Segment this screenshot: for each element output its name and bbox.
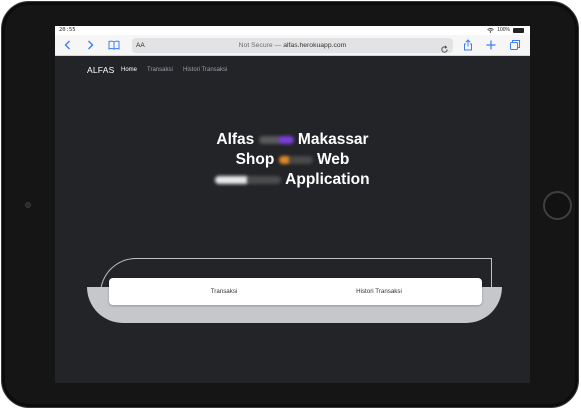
url-display: Not Secure — alfas.herokuapp.com	[132, 38, 453, 53]
redacted-blur	[277, 135, 294, 144]
redacted-blur	[288, 155, 313, 164]
url-host: alfas.herokuapp.com	[283, 42, 347, 49]
hero-word: Application	[285, 171, 370, 188]
redacted-blur	[247, 175, 282, 184]
share-icon[interactable]	[462, 39, 474, 51]
tablet-screen: 20:55 100% AA Not Secure — alfas.herokua…	[55, 26, 530, 383]
hero-word: Web	[316, 151, 350, 168]
reload-icon[interactable]	[440, 41, 449, 53]
back-chevron-icon[interactable]	[62, 39, 74, 51]
hero-word: Shop	[235, 151, 275, 168]
new-tab-plus-icon[interactable]	[485, 39, 497, 51]
front-camera	[25, 202, 31, 208]
tabs-overview-icon[interactable]	[509, 39, 521, 51]
not-secure-label: Not Secure —	[238, 42, 282, 49]
hero-line-2: Shop Web	[55, 150, 530, 170]
status-bar: 20:55 100%	[55, 26, 530, 35]
safari-toolbar: AA Not Secure — alfas.herokuapp.com	[55, 35, 530, 56]
battery-icon	[513, 28, 524, 33]
address-bar[interactable]: AA Not Secure — alfas.herokuapp.com	[132, 38, 453, 53]
hero-word: Alfas	[216, 131, 255, 148]
home-button[interactable]	[543, 191, 572, 220]
status-time: 20:55	[59, 27, 76, 33]
action-card: Transaksi Histori Transaksi	[109, 278, 482, 305]
redacted-blur	[215, 175, 250, 184]
hero-word: Makassar	[297, 131, 369, 148]
bookmarks-icon[interactable]	[108, 39, 120, 51]
wifi-icon	[487, 28, 494, 33]
battery-percent: 100%	[497, 27, 510, 33]
hero-line-1: Alfas Makassar	[55, 130, 530, 150]
hero-line-3: Application	[55, 170, 530, 190]
transaksi-button[interactable]: Transaksi	[179, 278, 269, 305]
nav-link-transaksi[interactable]: Transaksi	[147, 67, 173, 73]
tablet-frame: 20:55 100% AA Not Secure — alfas.herokua…	[1, 1, 579, 408]
nav-link-home[interactable]: Home	[121, 67, 137, 73]
histori-transaksi-button[interactable]: Histori Transaksi	[319, 278, 439, 305]
site-navbar: ALFAS Home Transaksi Histori Transaksi	[55, 57, 530, 83]
brand-logo[interactable]: ALFAS	[87, 65, 114, 75]
hero-title: Alfas Makassar Shop Web Application	[55, 130, 530, 190]
status-indicators: 100%	[487, 26, 524, 35]
nav-link-histori-transaksi[interactable]: Histori Transaksi	[183, 67, 227, 73]
forward-chevron-icon[interactable]	[84, 39, 96, 51]
